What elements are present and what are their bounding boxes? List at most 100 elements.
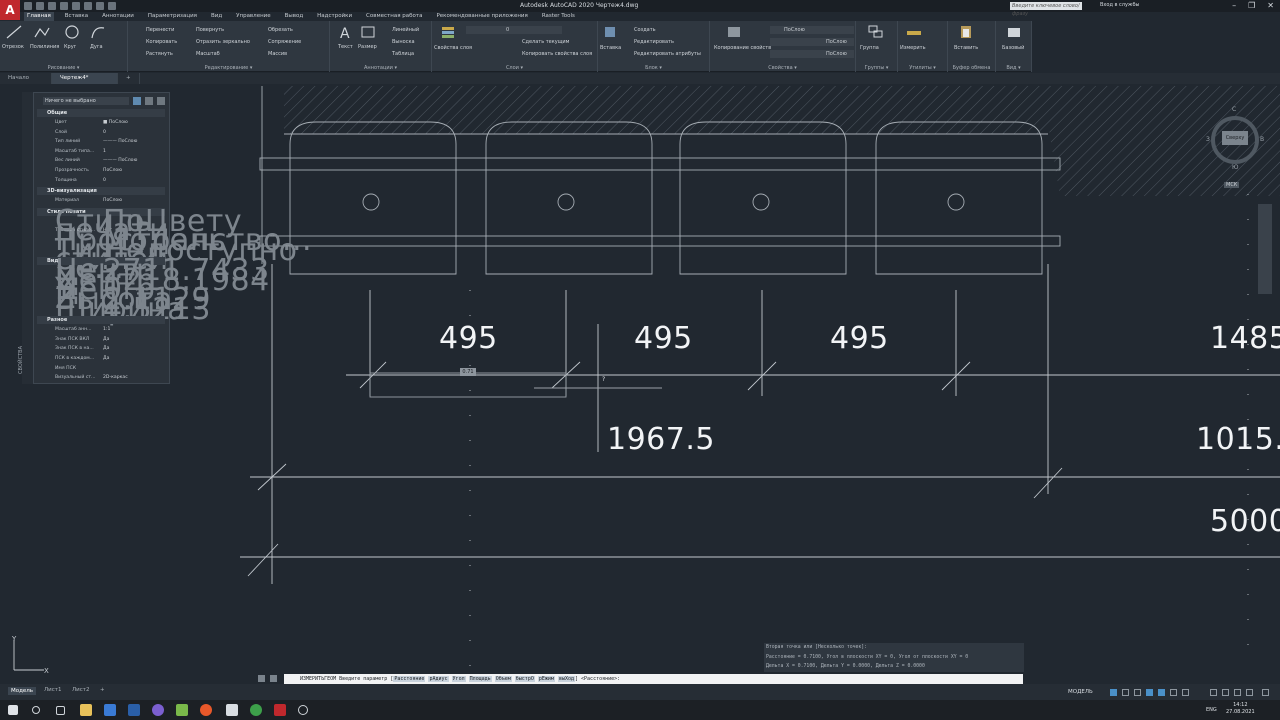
polar-button[interactable] [1146,689,1153,696]
viber-icon[interactable] [152,704,164,716]
autocad-taskbar-icon[interactable] [274,704,286,716]
new-layout-button[interactable]: + [100,687,105,693]
property-row[interactable]: Ширина 4.5213 [37,294,210,324]
close-button[interactable]: ✕ [1267,1,1274,10]
fillet-button[interactable]: Сопряжение [268,39,301,45]
mirror-button[interactable]: Отразить зеркально [196,39,250,45]
insert-block-label[interactable]: Вставка [600,45,621,51]
arc-icon[interactable] [90,25,106,39]
close-icon[interactable] [258,675,265,682]
workspace-gear-icon[interactable] [1210,689,1217,696]
osnap-button[interactable] [1158,689,1165,696]
photoshop-icon[interactable] [128,704,140,716]
create-block-button[interactable]: Создать [634,27,656,33]
minimize-button[interactable]: – [1232,1,1236,10]
annotation-monitor-icon[interactable] [1222,689,1229,696]
annotation-scale-button[interactable] [1182,689,1189,696]
property-row[interactable]: Масштаб анн... 1:1 [37,325,165,334]
option-radius[interactable]: рАдиус [428,676,449,682]
option-exit[interactable]: выХод [557,676,575,682]
isolate-icon[interactable] [1246,689,1253,696]
ribbon-group-properties-label[interactable]: Свойства ▾ [710,65,855,71]
property-row[interactable]: Знак ПСК ВКЛ Да [37,335,165,344]
scale-button[interactable]: Масштаб [196,51,220,57]
properties-section-header[interactable]: Разное [37,316,165,325]
tab-manage[interactable]: Управление [233,12,274,21]
tab-annotate[interactable]: Аннотации [99,12,137,21]
tab-raster-tools[interactable]: Raster Tools [539,12,578,21]
properties-section-header[interactable]: 3D-визуализация [37,187,165,196]
option-mode[interactable]: рЕжим [537,676,555,682]
ribbon-group-groups-label[interactable]: Группы ▾ [856,65,897,71]
tab-layout2[interactable]: Лист2 [72,687,89,693]
autocad-logo-icon[interactable]: A [0,0,20,20]
viewcube-wcs[interactable]: МСК [1224,182,1240,188]
polyline-icon[interactable] [34,25,50,39]
tab-start[interactable]: Начало [0,73,52,84]
trim-button[interactable]: Обрезать [268,27,293,33]
task-view-icon[interactable] [56,706,65,715]
tab-output[interactable]: Вывод [282,12,307,21]
stretch-button[interactable]: Растянуть [146,51,173,57]
save-as-icon[interactable] [60,2,68,10]
tab-insert[interactable]: Вставка [62,12,91,21]
signin-button[interactable]: Вход в службы [1100,2,1139,8]
option-distance[interactable]: Расстояние [393,676,426,682]
drawing-canvas[interactable]: X Y 495 495 495 1485 1967.5 1015. 5000 0… [0,84,1280,684]
navigation-bar[interactable] [1258,204,1272,294]
chrome-icon[interactable] [250,704,262,716]
tab-addins[interactable]: Надстройки [314,12,355,21]
ribbon-group-draw-label[interactable]: Рисование ▾ [0,65,127,71]
property-row[interactable]: Слой 0 [37,128,165,137]
tab-featured-apps[interactable]: Рекомендованные приложения [433,12,530,21]
tab-collaborate[interactable]: Совместная работа [363,12,425,21]
firefox-icon[interactable] [200,704,212,716]
match-layer-button[interactable]: Копировать свойства слоя [522,51,592,57]
undo-icon[interactable] [96,2,104,10]
snap-button[interactable] [1122,689,1129,696]
base-view-icon[interactable] [1006,25,1022,39]
property-row[interactable]: ПСК в каждом... Да [37,354,165,363]
redo-icon[interactable] [108,2,116,10]
app-icon-2[interactable] [226,704,238,716]
option-area[interactable]: Площадь [468,676,492,682]
table-button[interactable]: Таблица [392,51,414,57]
draw-polyline-label[interactable]: Полилиния [30,44,59,50]
text-label[interactable]: Текст [338,44,353,50]
app-icon[interactable] [176,704,188,716]
selection-dropdown[interactable]: Ничего не выбрано [43,97,129,105]
option-angle[interactable]: Угол [451,676,466,682]
ribbon-group-annotation-label[interactable]: Аннотации ▾ [330,65,431,71]
line-icon[interactable] [6,25,22,39]
grid-button[interactable] [1110,689,1117,696]
clock[interactable]: 14:12 27.08.2021 [1226,702,1255,716]
ribbon-group-layers-label[interactable]: Слои ▾ [432,65,597,71]
select-objects-icon[interactable] [145,97,153,105]
property-row[interactable]: Прозрачность ПоСлою [37,166,165,175]
dimension-label[interactable]: Размер [358,44,377,50]
measure-icon[interactable] [906,25,922,39]
ortho-button[interactable] [1134,689,1141,696]
quick-select-icon[interactable] [157,97,165,105]
ribbon-group-block-label[interactable]: Блок ▾ [598,65,709,71]
layer-properties-icon[interactable] [440,25,456,39]
app-icon-3[interactable] [298,705,308,715]
linear-dim-button[interactable]: Линейный [392,27,419,33]
maximize-button[interactable]: ❐ [1248,1,1255,10]
open-folder-icon[interactable] [36,2,44,10]
leader-button[interactable]: Выноска [392,39,415,45]
linetype-dropdown[interactable]: ПоСлою [770,50,854,58]
edit-attributes-button[interactable]: Редактировать атрибуты [634,51,701,57]
viewcube-south[interactable]: Ю [1232,164,1238,171]
tab-drawing4[interactable]: Чертеж4* [52,73,118,84]
option-volume[interactable]: Объем [494,676,512,682]
edit-block-button[interactable]: Редактировать [634,39,674,45]
properties-section-header[interactable]: Общие [37,109,165,117]
property-row[interactable]: Имя ПСК [37,364,165,373]
print-icon[interactable] [84,2,92,10]
ribbon-group-clipboard-label[interactable]: Буфер обмена [948,65,995,71]
tab-parametric[interactable]: Параметризация [145,12,200,21]
property-row[interactable]: Тип линий ——— ПоСлою [37,137,165,146]
model-space-button[interactable]: МОДЕЛЬ [1068,689,1093,695]
search-input[interactable]: Введите ключевое слово/фразу [1010,2,1082,17]
